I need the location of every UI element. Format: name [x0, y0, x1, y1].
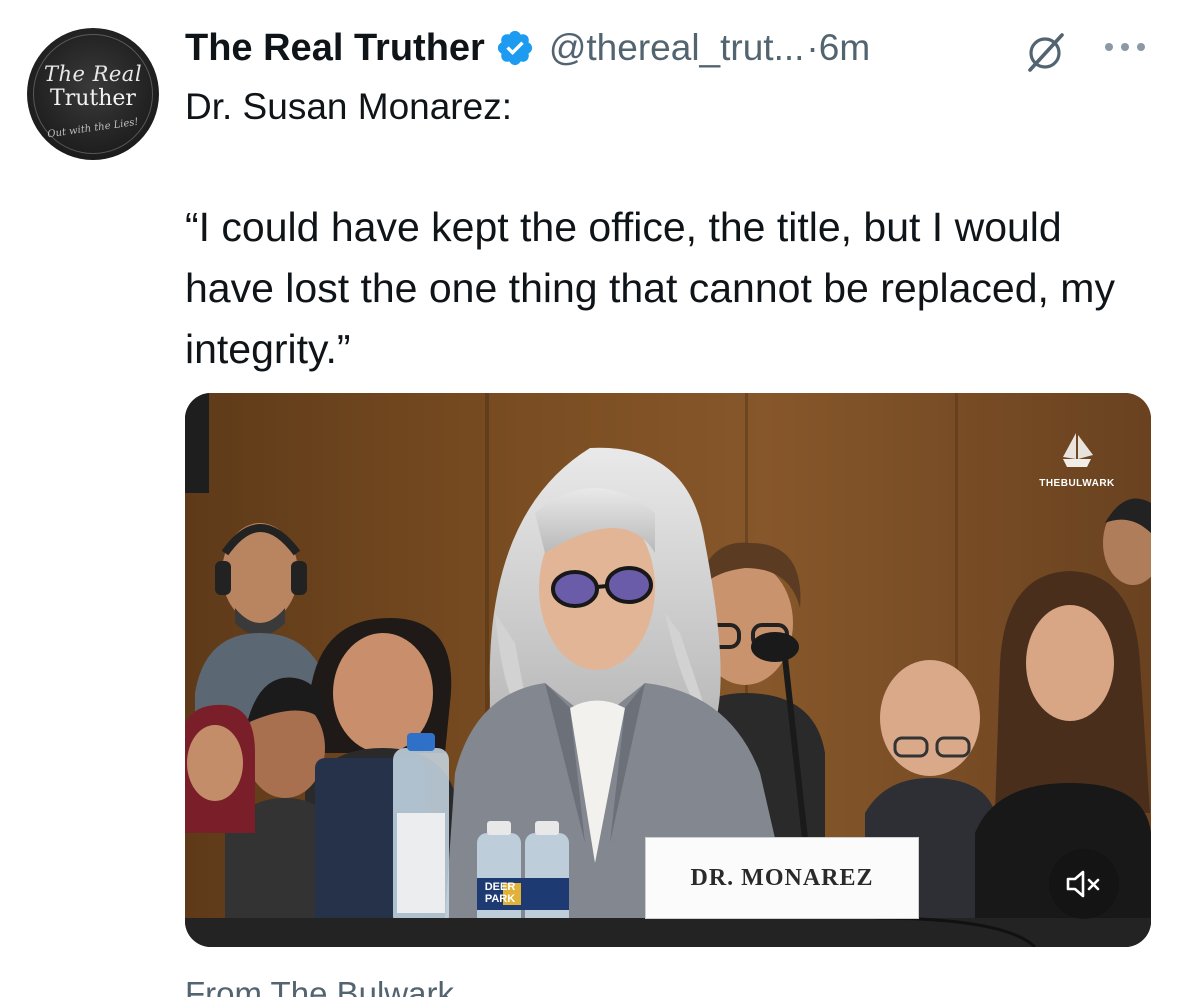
verified-badge-icon — [495, 28, 535, 68]
more-options-icon[interactable] — [1102, 40, 1148, 54]
mute-toggle-button[interactable] — [1049, 849, 1119, 919]
grok-icon[interactable] — [1022, 30, 1070, 74]
bottle-label: DEER PARK — [484, 881, 516, 905]
tweet-text-intro: Dr. Susan Monarez: — [185, 86, 512, 127]
tweet[interactable]: The Real Truther Out with the Lies! The … — [0, 0, 1179, 997]
display-name[interactable]: The Real Truther — [185, 27, 485, 70]
avatar[interactable]: The Real Truther Out with the Lies! — [27, 28, 159, 160]
ship-logo-icon — [1063, 433, 1093, 467]
tweet-text-quote: “I could have kept the office, the title… — [185, 204, 1115, 372]
separator-dot: · — [806, 27, 819, 68]
timestamp[interactable]: 6m — [819, 27, 870, 69]
user-handle[interactable]: @thereal_trut... — [549, 27, 805, 69]
video-player[interactable]: DEER PARK THEBULWARK DR. MONAREZ — [185, 393, 1151, 947]
muted-speaker-icon — [1066, 870, 1100, 898]
nameplate-text: DR. MONAREZ — [690, 864, 874, 891]
watermark-text: THEBULWARK — [1039, 478, 1115, 489]
avatar-text-line1: The Real — [43, 62, 143, 86]
media-source-label[interactable]: From The Bulwark — [185, 975, 454, 997]
nameplate: DR. MONAREZ — [645, 837, 919, 919]
avatar-text-line2: Truther — [50, 86, 136, 111]
bulwark-watermark: THEBULWARK — [1027, 427, 1127, 489]
tweet-header: The Real Truther @thereal_trut... · 6m — [185, 24, 870, 72]
